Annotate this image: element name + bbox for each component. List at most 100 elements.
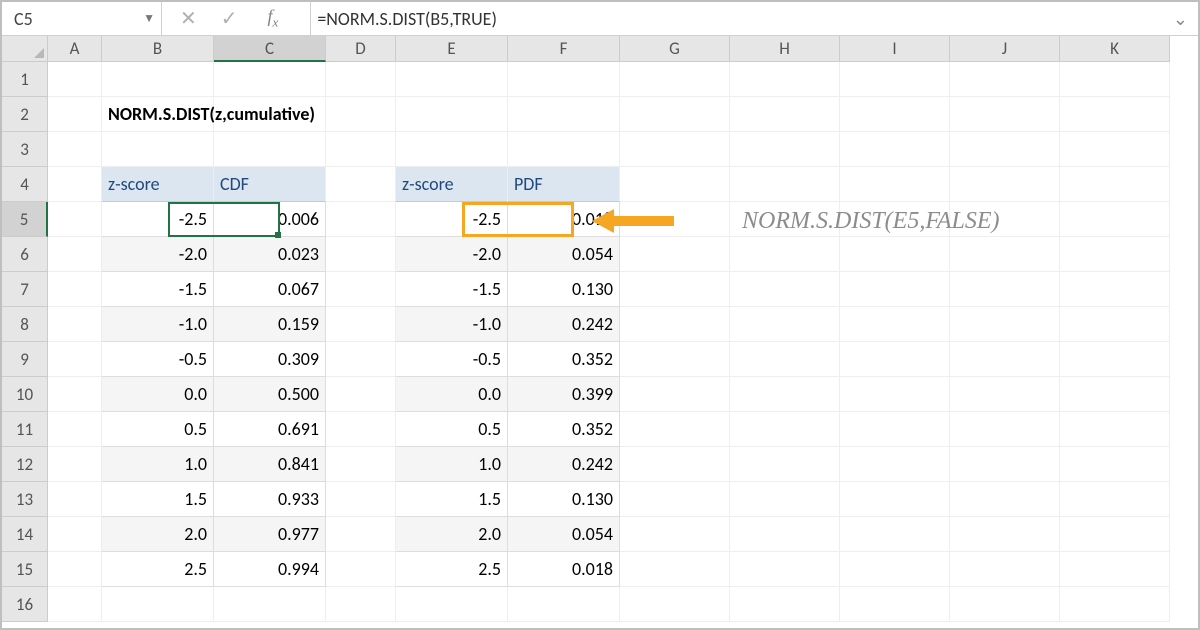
table-cell[interactable]: 0.841 bbox=[214, 447, 326, 482]
table-cell[interactable]: 0.159 bbox=[214, 307, 326, 342]
cell[interactable] bbox=[326, 132, 396, 167]
cell[interactable] bbox=[730, 552, 840, 587]
select-all-corner[interactable] bbox=[2, 36, 48, 62]
cell[interactable] bbox=[730, 167, 840, 202]
table-cell[interactable]: -1.0 bbox=[102, 307, 214, 342]
cell[interactable] bbox=[620, 62, 730, 97]
cell[interactable] bbox=[950, 412, 1060, 447]
cell[interactable] bbox=[950, 447, 1060, 482]
table-cell[interactable]: 0.006 bbox=[214, 202, 326, 237]
table-cell[interactable]: -2.0 bbox=[396, 237, 508, 272]
cell[interactable] bbox=[48, 377, 102, 412]
cell[interactable] bbox=[1060, 482, 1170, 517]
cell[interactable] bbox=[950, 482, 1060, 517]
table-cell[interactable]: -2.5 bbox=[102, 202, 214, 237]
cell[interactable] bbox=[840, 412, 950, 447]
cell[interactable] bbox=[326, 447, 396, 482]
cell[interactable] bbox=[620, 132, 730, 167]
cell[interactable] bbox=[950, 272, 1060, 307]
row-header[interactable]: 8 bbox=[2, 307, 48, 342]
table-cell[interactable]: 0.054 bbox=[508, 237, 620, 272]
cell[interactable] bbox=[840, 482, 950, 517]
cell[interactable] bbox=[620, 237, 730, 272]
cell[interactable] bbox=[102, 587, 214, 622]
cell[interactable] bbox=[730, 132, 840, 167]
cell[interactable] bbox=[1060, 552, 1170, 587]
row-header[interactable]: 3 bbox=[2, 132, 48, 167]
table-cell[interactable]: 0.352 bbox=[508, 342, 620, 377]
table-cell[interactable]: 0.399 bbox=[508, 377, 620, 412]
cell[interactable] bbox=[1060, 237, 1170, 272]
name-box[interactable]: ▼ bbox=[2, 2, 162, 35]
table-cell[interactable]: 0.5 bbox=[396, 412, 508, 447]
cell[interactable] bbox=[840, 552, 950, 587]
table-cell[interactable]: 0.0 bbox=[396, 377, 508, 412]
cell[interactable] bbox=[950, 132, 1060, 167]
col-header[interactable]: K bbox=[1060, 36, 1170, 62]
row-header[interactable]: 13 bbox=[2, 482, 48, 517]
cell[interactable] bbox=[396, 132, 508, 167]
table-cell[interactable]: -1.5 bbox=[102, 272, 214, 307]
table-cell[interactable]: -0.5 bbox=[102, 342, 214, 377]
cell[interactable] bbox=[840, 307, 950, 342]
cell[interactable] bbox=[620, 482, 730, 517]
cell[interactable] bbox=[620, 447, 730, 482]
table-cell[interactable]: 0.067 bbox=[214, 272, 326, 307]
cell[interactable] bbox=[326, 552, 396, 587]
cell[interactable] bbox=[214, 62, 326, 97]
column-headers[interactable]: A B C D E F G H I J K bbox=[48, 36, 1170, 62]
table-cell[interactable]: 2.5 bbox=[396, 552, 508, 587]
col-header[interactable]: H bbox=[730, 36, 840, 62]
table-cell[interactable]: 0.130 bbox=[508, 482, 620, 517]
cell[interactable] bbox=[1060, 412, 1170, 447]
cell[interactable] bbox=[508, 97, 620, 132]
table-header[interactable]: PDF bbox=[508, 167, 620, 202]
col-header[interactable]: E bbox=[396, 36, 508, 62]
table-cell[interactable]: 0.054 bbox=[508, 517, 620, 552]
cell[interactable] bbox=[1060, 97, 1170, 132]
row-header[interactable]: 11 bbox=[2, 412, 48, 447]
cell[interactable] bbox=[1060, 517, 1170, 552]
cell[interactable] bbox=[326, 377, 396, 412]
col-header[interactable]: I bbox=[840, 36, 950, 62]
cell[interactable] bbox=[1060, 167, 1170, 202]
cell[interactable] bbox=[730, 412, 840, 447]
row-header[interactable]: 10 bbox=[2, 377, 48, 412]
cell[interactable] bbox=[620, 167, 730, 202]
cell[interactable] bbox=[840, 97, 950, 132]
cell[interactable] bbox=[730, 447, 840, 482]
table-cell[interactable]: 0.242 bbox=[508, 447, 620, 482]
cell[interactable] bbox=[730, 97, 840, 132]
col-header[interactable]: C bbox=[214, 36, 326, 62]
cell[interactable] bbox=[620, 587, 730, 622]
cell[interactable] bbox=[840, 62, 950, 97]
cell[interactable] bbox=[1060, 342, 1170, 377]
table-header[interactable]: z-score bbox=[102, 167, 214, 202]
fx-icon[interactable]: fx bbox=[262, 6, 293, 31]
row-header[interactable]: 6 bbox=[2, 237, 48, 272]
cell-grid[interactable]: NORM.S.DIST(z,cumulative)z-scoreCDFz-sco… bbox=[48, 62, 1170, 622]
table-cell[interactable]: -1.0 bbox=[396, 307, 508, 342]
row-header[interactable]: 1 bbox=[2, 62, 48, 97]
cell[interactable] bbox=[620, 412, 730, 447]
cell[interactable] bbox=[730, 62, 840, 97]
cell[interactable] bbox=[950, 587, 1060, 622]
cell[interactable] bbox=[48, 447, 102, 482]
col-header[interactable]: F bbox=[508, 36, 620, 62]
cell[interactable] bbox=[214, 587, 326, 622]
table-cell[interactable]: 1.0 bbox=[102, 447, 214, 482]
table-cell[interactable]: 0.130 bbox=[508, 272, 620, 307]
col-header[interactable]: B bbox=[102, 36, 214, 62]
row-header[interactable]: 4 bbox=[2, 167, 48, 202]
table-header[interactable]: CDF bbox=[214, 167, 326, 202]
cell[interactable] bbox=[730, 272, 840, 307]
cell[interactable] bbox=[48, 132, 102, 167]
cell[interactable] bbox=[1060, 447, 1170, 482]
cell[interactable] bbox=[730, 482, 840, 517]
cell[interactable] bbox=[1060, 132, 1170, 167]
row-header[interactable]: 12 bbox=[2, 447, 48, 482]
cell[interactable] bbox=[48, 237, 102, 272]
cell[interactable] bbox=[1060, 307, 1170, 342]
col-header[interactable]: D bbox=[326, 36, 396, 62]
cell[interactable] bbox=[730, 517, 840, 552]
